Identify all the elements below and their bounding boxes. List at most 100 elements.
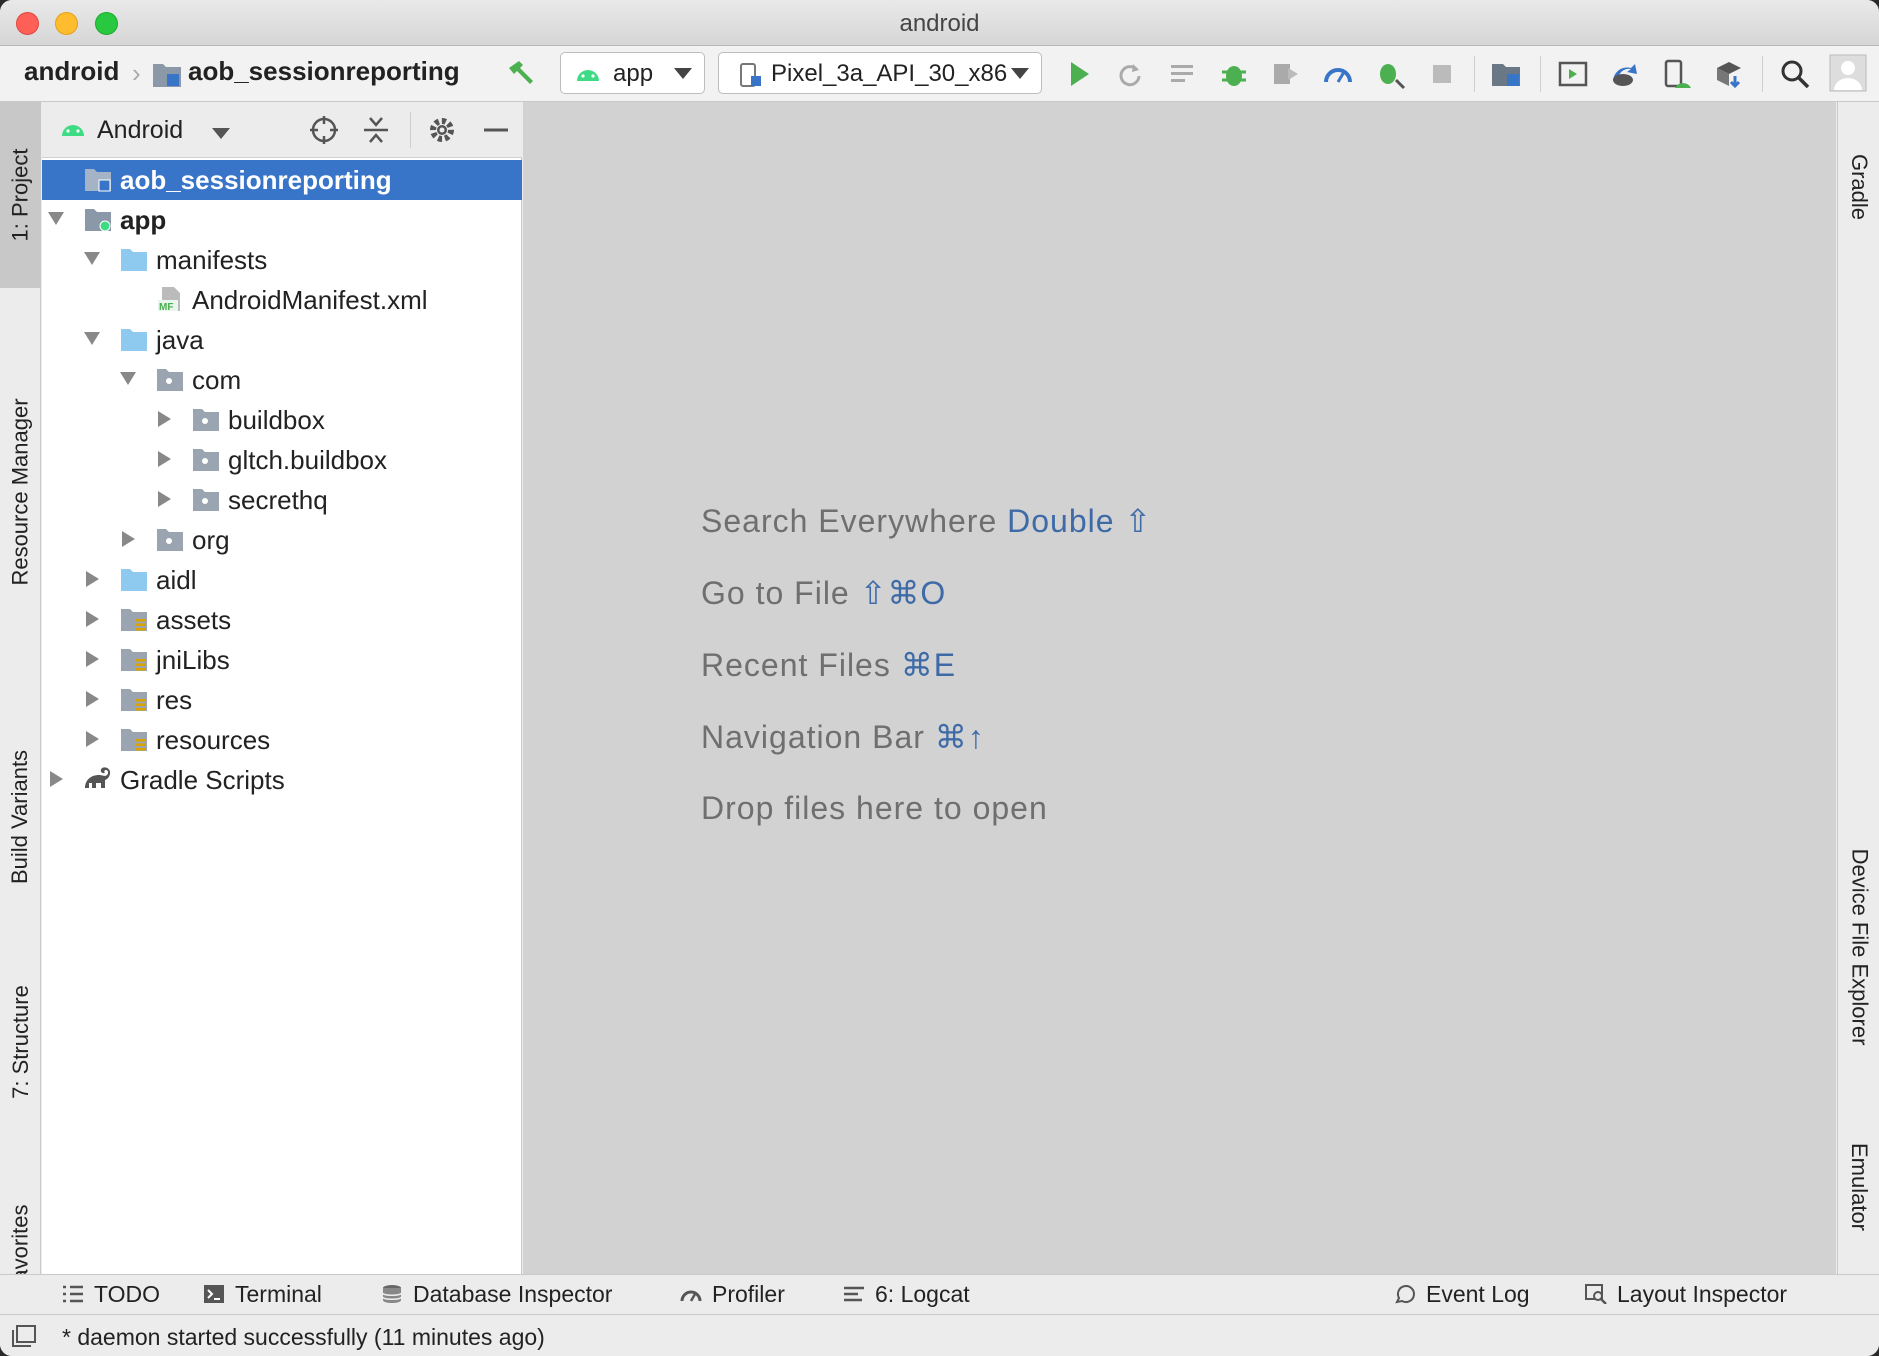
project-panel: Android aob_sessionreporting app manifes… bbox=[42, 102, 522, 1274]
package-icon bbox=[157, 369, 183, 391]
module-folder-icon bbox=[153, 64, 181, 87]
sdk-manager-icon[interactable] bbox=[1713, 58, 1745, 90]
expand-arrow-icon[interactable] bbox=[158, 491, 171, 507]
tree-item-secrethq[interactable]: secrethq bbox=[42, 480, 522, 520]
toggle-tool-windows-icon[interactable] bbox=[12, 1325, 36, 1347]
tree-item-org[interactable]: org bbox=[42, 520, 522, 560]
tab-database-inspector-label: Database Inspector bbox=[413, 1281, 613, 1307]
resource-folder-icon bbox=[121, 649, 147, 671]
tab-layout-inspector[interactable]: Layout Inspector bbox=[1585, 1281, 1787, 1308]
tree-item-jnilibs[interactable]: jniLibs bbox=[42, 640, 522, 680]
tree-item-resources[interactable]: resources bbox=[42, 720, 522, 760]
expand-arrow-icon[interactable] bbox=[122, 531, 135, 547]
tab-structure-label: 7: Structure bbox=[7, 985, 33, 1099]
tree-item-java[interactable]: java bbox=[42, 320, 522, 360]
expand-arrow-icon[interactable] bbox=[86, 731, 99, 747]
resource-folder-icon bbox=[121, 689, 147, 711]
tree-item-label: app bbox=[120, 205, 167, 235]
gear-icon[interactable] bbox=[426, 114, 458, 146]
device-icon bbox=[740, 63, 761, 87]
breadcrumb-module[interactable]: aob_sessionreporting bbox=[188, 56, 460, 87]
expand-arrow-icon[interactable] bbox=[86, 651, 99, 667]
project-structure-icon[interactable] bbox=[1490, 58, 1522, 90]
hint-text: Search Everywhere bbox=[701, 503, 998, 539]
tab-event-log[interactable]: Event Log bbox=[1394, 1281, 1530, 1308]
tab-project[interactable]: 1: Project bbox=[0, 102, 41, 288]
editor-area[interactable]: Search Everywhere Double ⇧ Go to File ⇧⌘… bbox=[523, 102, 1836, 1274]
expand-arrow-icon[interactable] bbox=[158, 451, 171, 467]
expand-arrow-icon[interactable] bbox=[86, 691, 99, 707]
tree-item-gltch-buildbox[interactable]: gltch.buildbox bbox=[42, 440, 522, 480]
collapse-all-icon[interactable] bbox=[360, 114, 392, 146]
device-select[interactable]: Pixel_3a_API_30_x86 bbox=[718, 52, 1042, 94]
device-label: Pixel_3a_API_30_x86 bbox=[771, 60, 1008, 87]
project-view-select[interactable]: Android bbox=[97, 116, 183, 145]
expand-arrow-icon[interactable] bbox=[120, 372, 136, 385]
expand-arrow-icon[interactable] bbox=[84, 332, 100, 345]
tree-item-label: assets bbox=[156, 605, 232, 635]
android-icon bbox=[577, 70, 599, 81]
hint-recent-files: Recent Files ⌘E bbox=[701, 646, 956, 684]
tab-structure[interactable]: 7: Structure bbox=[0, 942, 41, 1142]
package-icon bbox=[193, 489, 219, 511]
tab-database-inspector[interactable]: Database Inspector bbox=[381, 1281, 612, 1308]
sync-gradle-icon[interactable] bbox=[1609, 58, 1641, 90]
tab-emulator[interactable]: Emulator bbox=[1838, 1112, 1879, 1262]
tree-item-res[interactable]: res bbox=[42, 680, 522, 720]
tab-device-file-explorer-label: Device File Explorer bbox=[1847, 848, 1872, 1046]
tree-item-android-manifest[interactable]: MF AndroidManifest.xml bbox=[42, 280, 522, 320]
expand-arrow-icon[interactable] bbox=[84, 252, 100, 265]
profiler-gauge-icon[interactable] bbox=[1322, 58, 1354, 90]
status-bar: * daemon started successfully (11 minute… bbox=[0, 1314, 1879, 1356]
apply-changes-restart-icon[interactable] bbox=[1113, 58, 1145, 90]
tree-item-gradle-scripts[interactable]: Gradle Scripts bbox=[42, 760, 522, 800]
expand-arrow-icon[interactable] bbox=[158, 411, 171, 427]
tree-item-label: com bbox=[192, 365, 242, 395]
tab-terminal[interactable]: Terminal bbox=[203, 1281, 322, 1308]
todo-list-icon bbox=[63, 1285, 83, 1303]
emulator-window-icon[interactable] bbox=[1557, 58, 1589, 90]
tab-profiler[interactable]: Profiler bbox=[680, 1281, 785, 1308]
tree-item-buildbox[interactable]: buildbox bbox=[42, 400, 522, 440]
apply-code-changes-icon[interactable] bbox=[1167, 58, 1199, 90]
stop-icon[interactable] bbox=[1426, 58, 1458, 90]
tab-emulator-label: Emulator bbox=[1847, 1142, 1873, 1232]
user-account-icon[interactable] bbox=[1829, 54, 1867, 92]
debug-icon[interactable] bbox=[1218, 58, 1250, 90]
folder-icon bbox=[121, 329, 147, 351]
chevron-down-icon[interactable] bbox=[212, 128, 230, 139]
tab-todo-label: TODO bbox=[94, 1281, 161, 1307]
hide-panel-icon[interactable] bbox=[480, 114, 512, 146]
expand-arrow-icon[interactable] bbox=[86, 571, 99, 587]
tree-item-app[interactable]: app bbox=[42, 200, 522, 240]
tree-item-assets[interactable]: assets bbox=[42, 600, 522, 640]
expand-arrow-icon[interactable] bbox=[86, 611, 99, 627]
tab-resource-manager-label: Resource Manager bbox=[7, 398, 33, 586]
make-project-hammer-icon[interactable] bbox=[505, 58, 537, 90]
tab-todo[interactable]: TODO bbox=[62, 1281, 160, 1308]
run-icon[interactable] bbox=[1063, 58, 1095, 90]
tab-device-file-explorer[interactable]: Device File Explorer bbox=[1838, 802, 1879, 1092]
locate-file-icon[interactable] bbox=[308, 114, 340, 146]
resource-folder-icon bbox=[121, 609, 147, 631]
breadcrumb-project[interactable]: android bbox=[24, 56, 119, 87]
avd-manager-icon[interactable] bbox=[1661, 58, 1693, 90]
tree-item-com[interactable]: com bbox=[42, 360, 522, 400]
search-icon[interactable] bbox=[1779, 58, 1811, 90]
run-config-select[interactable]: app bbox=[560, 52, 705, 94]
tree-item-aidl[interactable]: aidl bbox=[42, 560, 522, 600]
module-folder-icon bbox=[85, 169, 111, 192]
tree-item-manifests[interactable]: manifests bbox=[42, 240, 522, 280]
tab-resource-manager[interactable]: Resource Manager bbox=[0, 302, 41, 682]
package-icon bbox=[157, 529, 183, 551]
tab-logcat[interactable]: 6: Logcat bbox=[843, 1281, 970, 1308]
profile-icon[interactable] bbox=[1270, 58, 1302, 90]
attach-debugger-icon[interactable] bbox=[1374, 58, 1406, 90]
run-config-label: app bbox=[613, 60, 654, 87]
tab-build-variants[interactable]: Build Variants bbox=[0, 702, 41, 932]
expand-arrow-icon[interactable] bbox=[48, 212, 64, 225]
tree-item-module[interactable]: aob_sessionreporting bbox=[42, 160, 522, 200]
tab-gradle[interactable]: Gradle bbox=[1838, 122, 1879, 252]
expand-arrow-icon[interactable] bbox=[50, 771, 63, 787]
hint-shortcut: ⌘↑ bbox=[934, 719, 985, 755]
